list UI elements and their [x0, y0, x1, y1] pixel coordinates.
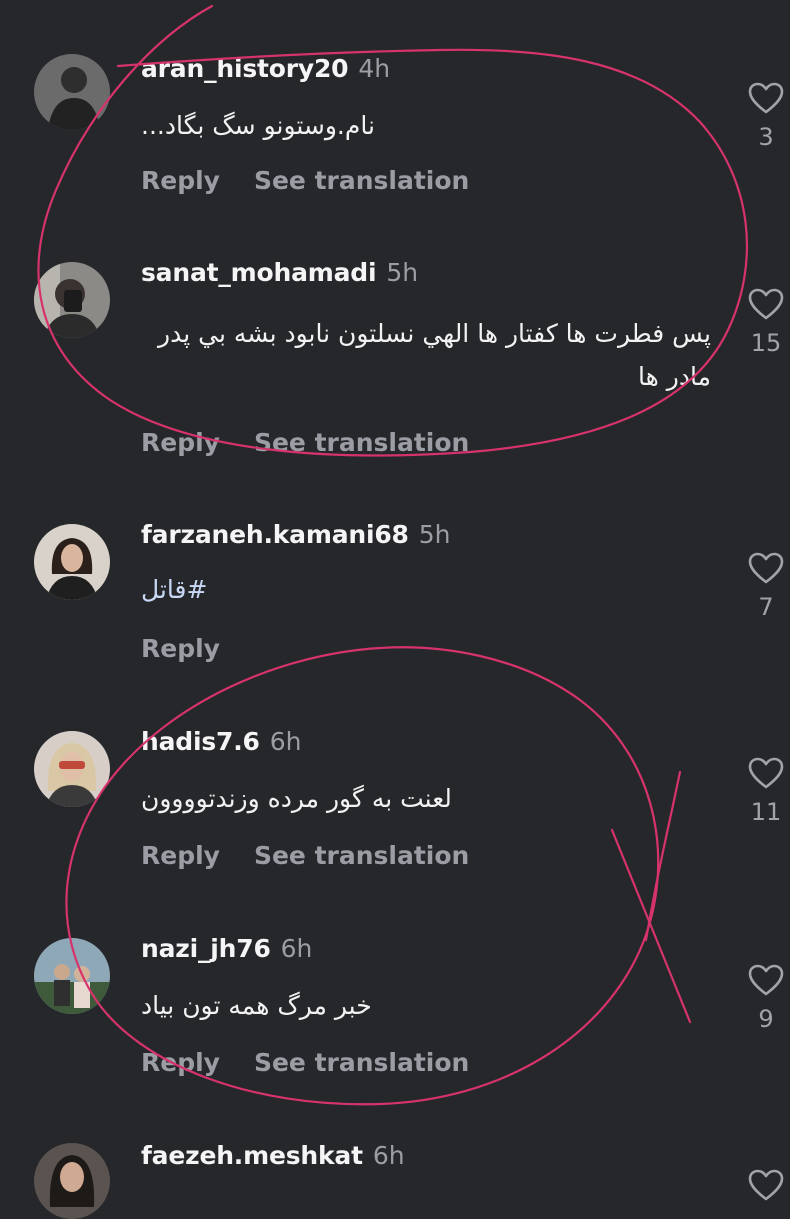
username[interactable]: farzaneh.kamani68 — [141, 520, 409, 549]
like-button[interactable] — [742, 1169, 790, 1201]
timestamp: 5h — [386, 258, 419, 287]
avatar[interactable] — [34, 938, 110, 1014]
see-translation-button[interactable]: See translation — [254, 428, 469, 457]
reply-button[interactable]: Reply — [141, 634, 220, 663]
like-button[interactable]: 7 — [742, 552, 790, 621]
timestamp: 4h — [358, 54, 391, 83]
like-count: 3 — [758, 123, 774, 151]
reply-button[interactable]: Reply — [141, 428, 220, 457]
timestamp: 6h — [372, 1141, 405, 1170]
annotation-cross — [610, 770, 692, 1024]
like-count: 11 — [750, 798, 782, 826]
timestamp: 6h — [280, 934, 313, 963]
heart-outline-icon — [748, 288, 784, 320]
see-translation-button[interactable]: See translation — [254, 166, 469, 195]
timestamp: 6h — [269, 727, 302, 756]
like-button[interactable]: 11 — [742, 757, 790, 826]
like-count: 9 — [758, 1005, 774, 1033]
avatar[interactable] — [34, 54, 110, 130]
avatar[interactable] — [34, 1143, 110, 1219]
annotation-circle — [65, 646, 660, 1106]
see-translation-button[interactable]: See translation — [254, 1048, 469, 1077]
comment-text: پس فطرت ها کفتار ها الهي نسلتون نابود بش… — [158, 319, 711, 391]
like-button[interactable]: 9 — [742, 964, 790, 1033]
heart-outline-icon — [748, 552, 784, 584]
like-button[interactable]: 15 — [742, 288, 790, 357]
reply-button[interactable]: Reply — [141, 166, 220, 195]
comment-text: نام.وستونو سگ بگاد... — [141, 111, 375, 140]
avatar[interactable] — [34, 524, 110, 600]
username[interactable]: nazi_jh76 — [141, 934, 271, 963]
like-button[interactable]: 3 — [742, 82, 790, 151]
timestamp: 5h — [418, 520, 451, 549]
username[interactable]: hadis7.6 — [141, 727, 260, 756]
username[interactable]: faezeh.meshkat — [141, 1141, 363, 1170]
username[interactable]: sanat_mohamadi — [141, 258, 377, 287]
reply-button[interactable]: Reply — [141, 841, 220, 870]
heart-outline-icon — [748, 964, 784, 996]
hashtag-link[interactable]: #قاتل — [141, 568, 207, 611]
heart-outline-icon — [748, 757, 784, 789]
comment-text: لعنت به گور مرده وزندتوووون — [141, 784, 452, 813]
username[interactable]: aran_history20 — [141, 54, 349, 83]
see-translation-button[interactable]: See translation — [254, 841, 469, 870]
like-count: 15 — [750, 329, 782, 357]
heart-outline-icon — [748, 82, 784, 114]
heart-outline-icon — [748, 1169, 784, 1201]
avatar[interactable] — [34, 731, 110, 807]
comment-text: خبر مرگ همه تون بیاد — [141, 991, 372, 1020]
reply-button[interactable]: Reply — [141, 1048, 220, 1077]
like-count: 7 — [758, 593, 774, 621]
avatar[interactable] — [34, 262, 110, 338]
